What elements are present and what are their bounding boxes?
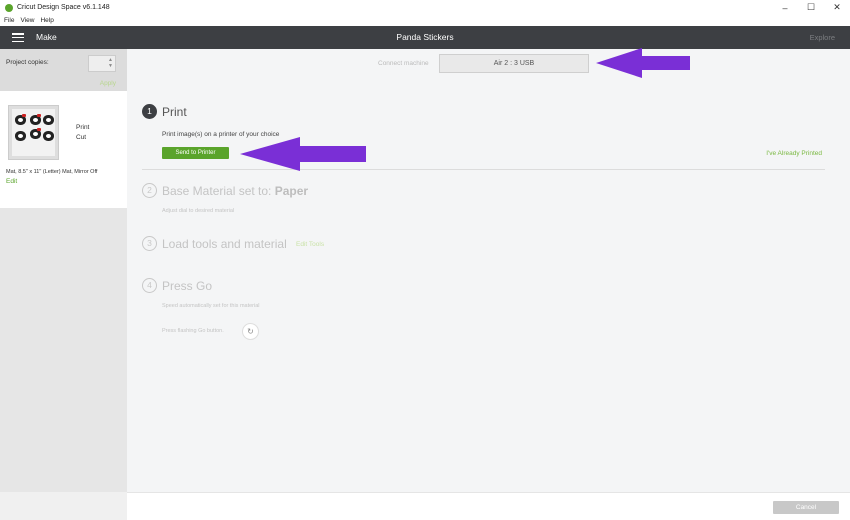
step-2-title-text: Base Material set to: [162,184,272,198]
app-header: Make Panda Stickers Explore [0,26,850,49]
panda-sticker-image [30,114,41,125]
stepper-arrows-icon[interactable]: ▲ ▼ [108,57,113,69]
step-1-number: 1 [142,104,157,119]
panda-sticker-image [43,131,54,141]
mat-print-label: Print [76,124,90,131]
sidebar-footer [0,492,127,520]
maximize-button[interactable]: ☐ [798,0,824,15]
machine-select-button[interactable]: Air 2 : 3 USB [439,54,589,73]
mat-cut-label: Cut [76,134,87,141]
press-go-label: Press flashing Go button. [162,328,224,334]
panda-sticker-image [15,131,26,141]
menu-help[interactable]: Help [40,17,53,24]
mat-operations: Print Cut [76,123,89,143]
make-footer: Cancel [127,492,850,520]
step-3-number: 3 [142,236,157,251]
go-button-icon: ↻ [242,323,259,340]
step-3-title: Load tools and material [162,237,287,251]
make-steps-panel: Connect machine Air 2 : 3 USB 1 Print Pr… [127,49,850,492]
base-material-value: Paper [274,184,309,198]
mat-preview-image [12,109,55,156]
already-printed-link[interactable]: I've Already Printed [766,150,822,157]
mat-thumbnail[interactable] [8,105,59,160]
menu-view[interactable]: View [20,17,34,24]
cricut-logo-icon [5,3,13,12]
apply-button[interactable]: Apply [100,80,116,87]
send-to-printer-button[interactable]: Send to Printer [162,147,229,159]
step-4-number: 4 [142,278,157,293]
step-4-description: Speed automatically set for this materia… [162,303,260,309]
menu-bar: File View Help [0,15,850,26]
mat-card[interactable]: Print Cut [0,91,127,208]
project-copies-row: Project copies: ▲ ▼ Apply [0,49,127,91]
connect-machine-label: Connect machine [378,60,429,67]
window-title: Cricut Design Space v6.1.148 [17,4,110,11]
project-copies-label: Project copies: [6,59,49,66]
step-2-title: Base Material set to: Paper [162,184,308,198]
mat-edit-link[interactable]: Edit [6,178,17,185]
project-title: Panda Stickers [396,32,454,42]
menu-file[interactable]: File [4,17,14,24]
step-2-description: Adjust dial to desired material [162,208,235,214]
annotation-arrow-send-to-printer [240,137,366,171]
project-copies-stepper[interactable]: ▲ ▼ [88,55,116,72]
explore-button[interactable]: Explore [810,33,835,42]
minimize-button[interactable]: – [772,0,798,15]
cancel-button[interactable]: Cancel [773,501,839,514]
close-window-button[interactable]: ✕ [824,0,850,15]
panda-sticker-image [15,114,26,125]
annotation-arrow-machine [596,48,690,78]
edit-tools-link[interactable]: Edit Tools [296,241,324,248]
window-titlebar: Cricut Design Space v6.1.148 – ☐ ✕ [0,0,850,15]
step-1-title: Print [162,105,187,119]
step-2-number: 2 [142,183,157,198]
window-controls: – ☐ ✕ [772,0,850,15]
panda-sticker-image [43,115,54,125]
panda-sticker-image [30,128,41,139]
mat-sidebar: Project copies: ▲ ▼ Apply Print Cut Mat, … [0,49,127,520]
step-4-title: Press Go [162,279,213,293]
mat-info: Mat, 8.5" x 11" (Letter) Mat, Mirror Off [6,169,98,175]
